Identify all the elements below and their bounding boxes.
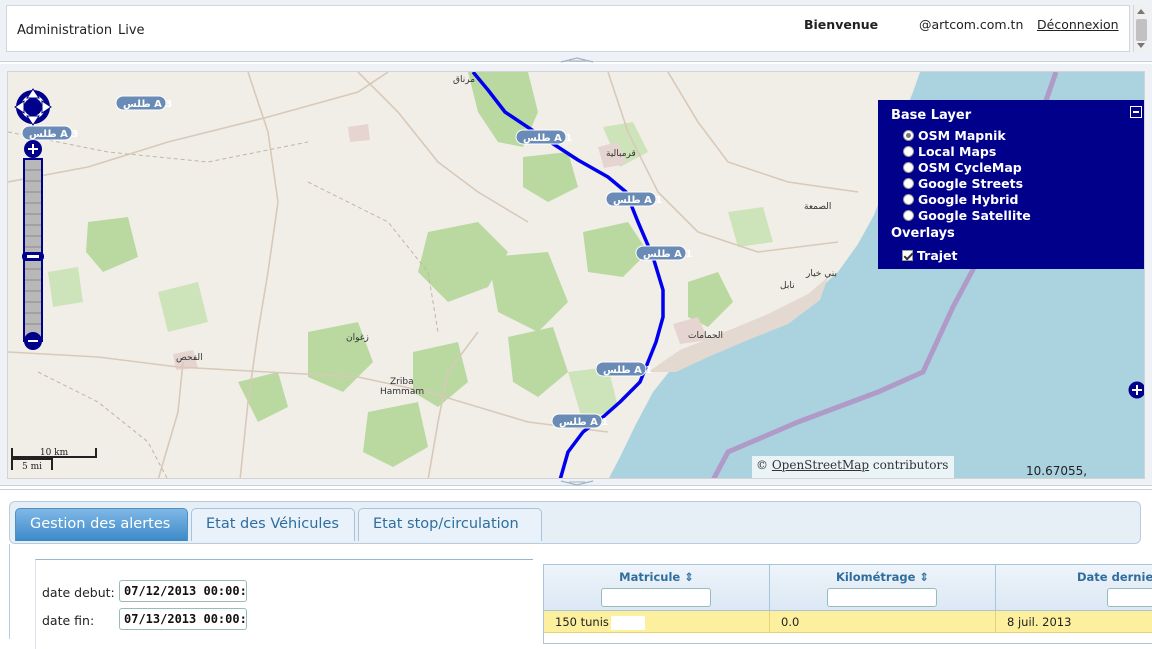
svg-text:طلس A 1: طلس A 1 bbox=[613, 195, 662, 206]
bottom-panel: Gestion des alertes Etat des Véhicules E… bbox=[0, 489, 1152, 649]
date-debut-label: date debut: bbox=[42, 585, 115, 600]
road-shield: طلس A 1 bbox=[595, 361, 652, 377]
road-shield: طلس A 3 bbox=[115, 95, 172, 111]
scroll-up-arrow-icon[interactable] bbox=[1137, 9, 1145, 14]
sort-icon[interactable]: ⇕ bbox=[919, 570, 929, 584]
top-header: Administration Live Bienvenue @artcom.co… bbox=[0, 0, 1152, 63]
date-debut-input[interactable]: 07/12/2013 00:00: bbox=[119, 580, 247, 602]
zoom-slider bbox=[22, 158, 44, 342]
sort-matricule[interactable]: Matricule ⇕ bbox=[544, 570, 769, 584]
logout-link[interactable]: Déconnexion bbox=[1037, 17, 1119, 32]
date-filter-form: date debut: 07/12/2013 00:00: date fin: … bbox=[35, 559, 533, 649]
filter-date-input[interactable] bbox=[1107, 588, 1152, 607]
place-label: زغوان bbox=[346, 333, 369, 343]
redacted-block bbox=[610, 615, 645, 630]
place-label: الحمامات bbox=[688, 331, 723, 341]
pan-zoom-bar bbox=[14, 79, 54, 354]
svg-text:طلس A 1: طلس A 1 bbox=[523, 133, 572, 144]
svg-text:طلس A 1: طلس A 1 bbox=[643, 249, 692, 260]
layer-switcher: Base Layer OSM Mapnik Local Maps OSM Cyc… bbox=[878, 100, 1144, 269]
welcome-text: Bienvenue bbox=[804, 17, 879, 32]
base-layer-title: Base Layer bbox=[891, 108, 972, 123]
zoom-slider-thumb bbox=[22, 252, 44, 261]
layer-osm-mapnik[interactable]: OSM Mapnik bbox=[903, 127, 1006, 143]
map-viewport[interactable]: طلس A 3 طلس A 3 طلس A 1 طلس A 1 طلس A 1 … bbox=[7, 71, 1145, 479]
scale-line: 10 km 5 mi bbox=[11, 448, 103, 478]
place-label: مرناق bbox=[453, 75, 475, 85]
road-shield: طلس A 1 bbox=[551, 413, 608, 429]
scale-km: 10 km bbox=[11, 448, 97, 458]
svg-text:طلس A 3: طلس A 3 bbox=[123, 99, 172, 110]
road-shield: طلس A 1 bbox=[635, 245, 692, 261]
road-shield: طلس A 1 bbox=[515, 129, 572, 145]
layer-google-streets[interactable]: Google Streets bbox=[903, 175, 1023, 191]
sort-date[interactable]: Date dernier bbox=[996, 570, 1152, 584]
tab-bar: Gestion des alertes Etat des Véhicules E… bbox=[9, 501, 1141, 544]
map-panel: طلس A 3 طلس A 3 طلس A 1 طلس A 1 طلس A 1 … bbox=[0, 64, 1152, 486]
filter-kilometrage-input[interactable] bbox=[827, 588, 937, 607]
layer-google-satellite[interactable]: Google Satellite bbox=[903, 207, 1031, 223]
radio-icon[interactable] bbox=[903, 161, 914, 173]
place-label: الصمعة bbox=[804, 202, 831, 212]
radio-icon[interactable] bbox=[903, 193, 914, 205]
overlays-title: Overlays bbox=[891, 226, 955, 241]
north-splitter-handle-icon[interactable] bbox=[560, 57, 594, 63]
south-splitter-handle-icon[interactable] bbox=[560, 480, 594, 486]
cell-matricule: 150 tunis bbox=[544, 611, 770, 633]
tab-content: date debut: 07/12/2013 00:00: date fin: … bbox=[9, 544, 1152, 649]
radio-icon[interactable] bbox=[903, 145, 914, 157]
map-attribution: © OpenStreetMap contributors bbox=[752, 456, 955, 478]
zoom-out-icon bbox=[24, 332, 42, 350]
scroll-down-arrow-icon[interactable] bbox=[1137, 43, 1145, 48]
alerts-grid: Matricule ⇕ Kilométrage ⇕ Date dernier 1… bbox=[543, 564, 1152, 644]
tab-etat-des-vehicules[interactable]: Etat des Véhicules bbox=[191, 508, 355, 541]
openstreetmap-link[interactable]: OpenStreetMap bbox=[772, 458, 869, 472]
date-fin-label: date fin: bbox=[42, 613, 95, 628]
nav-administration[interactable]: Administration bbox=[17, 23, 112, 38]
user-name: @artcom.com.tn bbox=[919, 17, 1024, 32]
header-scrollbar[interactable] bbox=[1133, 5, 1149, 52]
place-label: قرمبالية bbox=[606, 149, 636, 159]
layer-switcher-maximize-icon[interactable] bbox=[1128, 381, 1144, 399]
radio-icon[interactable] bbox=[903, 209, 914, 221]
filter-matricule-input[interactable] bbox=[601, 588, 711, 607]
date-fin-input[interactable]: 07/13/2013 00:00: bbox=[119, 608, 247, 630]
scale-mi: 5 mi bbox=[11, 458, 53, 472]
place-label: الفحص bbox=[176, 353, 203, 363]
grid-header: Matricule ⇕ Kilométrage ⇕ Date dernier bbox=[544, 565, 1152, 611]
checkbox-icon[interactable] bbox=[902, 249, 913, 261]
mouse-position: 10.67055, 36.42903 bbox=[1026, 464, 1088, 478]
layer-local-maps[interactable]: Local Maps bbox=[903, 143, 996, 159]
tab-gestion-des-alertes[interactable]: Gestion des alertes bbox=[15, 508, 188, 541]
place-label: Zriba bbox=[390, 377, 414, 387]
radio-icon[interactable] bbox=[903, 177, 914, 189]
column-matricule: Matricule ⇕ bbox=[544, 565, 770, 611]
table-row[interactable]: 150 tunis 0.0 8 juil. 2013 bbox=[544, 611, 1152, 633]
column-kilometrage: Kilométrage ⇕ bbox=[770, 565, 996, 611]
column-date-dernier: Date dernier bbox=[996, 565, 1152, 611]
road-shield: طلس A 1 bbox=[605, 191, 662, 207]
overlay-trajet[interactable]: Trajet bbox=[902, 247, 958, 263]
radio-icon[interactable] bbox=[903, 129, 914, 141]
sort-icon[interactable]: ⇕ bbox=[684, 570, 694, 584]
cell-kilometrage: 0.0 bbox=[770, 611, 996, 633]
place-label: Hammam bbox=[380, 387, 424, 397]
zoom-in-icon bbox=[24, 140, 42, 158]
place-label: نابل bbox=[780, 281, 795, 291]
layer-osm-cyclemap[interactable]: OSM CycleMap bbox=[903, 159, 1022, 175]
svg-text:طلس A 1: طلس A 1 bbox=[559, 417, 608, 428]
header-bar: Administration Live Bienvenue @artcom.co… bbox=[6, 5, 1130, 52]
pan-control bbox=[14, 88, 52, 126]
scrollbar-thumb[interactable] bbox=[1136, 19, 1147, 41]
layer-google-hybrid[interactable]: Google Hybrid bbox=[903, 191, 1018, 207]
tab-etat-stop-circulation[interactable]: Etat stop/circulation bbox=[358, 508, 542, 541]
svg-text:طلس A 1: طلس A 1 bbox=[603, 365, 652, 376]
cell-date: 8 juil. 2013 bbox=[996, 611, 1152, 633]
place-label: بني خيار bbox=[805, 269, 837, 279]
minimize-icon[interactable] bbox=[1130, 106, 1142, 118]
sort-kilometrage[interactable]: Kilométrage ⇕ bbox=[770, 570, 995, 584]
nav-live[interactable]: Live bbox=[118, 23, 145, 38]
